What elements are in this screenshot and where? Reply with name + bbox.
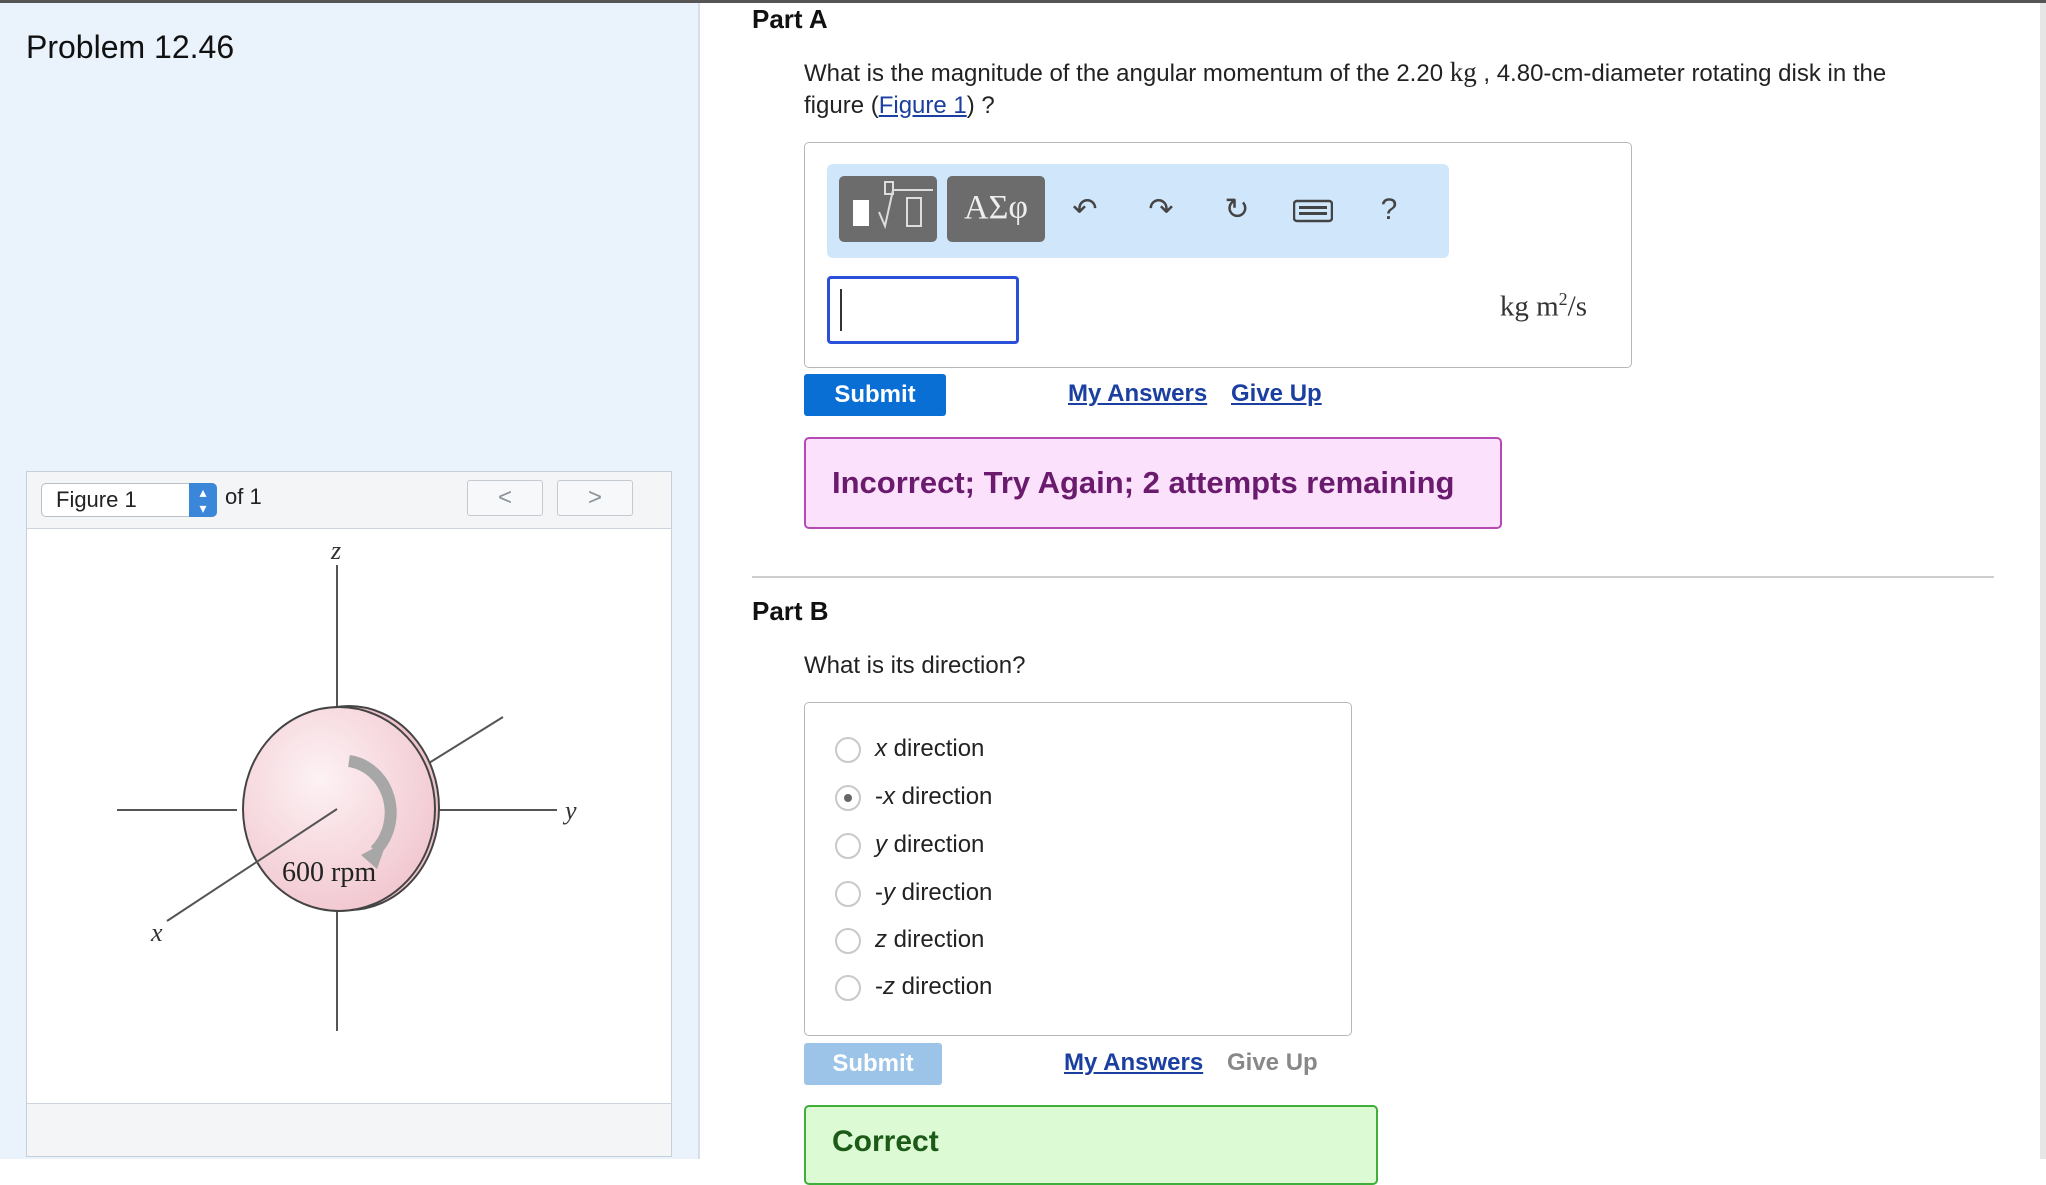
choice-label: -z direction [875,973,993,1000]
rpm-label: 600 rpm [282,857,376,888]
choice-label: -x direction [875,783,993,810]
part-b-question: What is its direction? [804,652,1026,679]
part-b-give-up-link: Give Up [1227,1049,1318,1076]
keyboard-icon[interactable] [1292,190,1334,230]
part-a-submit-button[interactable]: Submit [804,374,946,416]
choice-label: -y direction [875,879,993,906]
part-a-my-answers-link[interactable]: My Answers [1068,380,1207,408]
radio-neg-y-direction[interactable] [835,881,861,907]
templates-icon [853,181,933,230]
part-a-title: Part A [752,4,828,34]
rotating-disk-figure: z y x 600 rpm [117,536,577,1031]
figure-select[interactable]: Figure 1 ▴ ▾ [41,483,217,517]
problem-title: Problem 12.46 [26,29,235,65]
chevron-left-icon: < [497,484,512,511]
units-exponent: 2 [1558,289,1568,309]
part-a-give-up-link[interactable]: Give Up [1231,380,1322,408]
choice-label: x direction [875,735,985,762]
next-figure-button[interactable]: > [557,480,633,516]
y-axis-label: y [562,796,577,825]
chevron-right-icon: > [587,484,602,511]
units-suffix: /s [1567,290,1587,323]
radio-z-direction[interactable] [835,928,861,954]
radio-x-direction[interactable] [835,737,861,763]
direction-choices: x direction -x direction y direction -y … [804,702,1352,1036]
problem-sidebar: Problem 12.46 Figure 1 ▴ ▾ of 1 < > z y … [0,3,700,1159]
keyboard-glyph [1292,199,1334,223]
figure-image: z y x 600 rpm [27,529,671,1097]
part-divider [752,576,1994,578]
question-text: What is the magnitude of the angular mom… [804,60,1450,87]
part-b-my-answers-link[interactable]: My Answers [1064,1049,1203,1077]
figure-toolbar: Figure 1 ▴ ▾ of 1 < > [27,472,671,529]
z-axis-label: z [330,536,341,565]
question-text-cont: , 4.80-cm-diameter rotating disk in the [1476,60,1887,87]
figure-count-label: of 1 [225,484,262,509]
part-a-question: What is the magnitude of the angular mom… [804,56,2004,122]
x-axis-label: x [150,918,163,947]
undo-icon[interactable]: ↶ [1065,190,1105,230]
radio-y-direction[interactable] [835,833,861,859]
radio-neg-z-direction[interactable] [835,975,861,1001]
math-toolbar: ΑΣφ ↶ ↷ ↻ ? [827,164,1449,258]
redo-icon[interactable]: ↷ [1141,190,1181,230]
scrollbar[interactable] [2040,3,2046,1159]
greek-symbols-button[interactable]: ΑΣφ [947,176,1045,242]
prev-figure-button[interactable]: < [467,480,543,516]
units-base: kg m [1499,290,1559,323]
select-arrows-icon: ▴ ▾ [189,483,217,517]
choice-label: z direction [875,926,985,953]
figure-select-value: Figure 1 [56,487,137,512]
x-axis-back-line [428,716,504,764]
question-text-end: ) ? [966,92,995,119]
figure-footer [27,1103,671,1156]
answer-input[interactable] [827,276,1019,344]
radio-neg-x-direction[interactable] [835,785,861,811]
figure-viewer: Figure 1 ▴ ▾ of 1 < > z y x 600 rpm [26,471,672,1157]
question-text-line2: figure ( [804,92,879,119]
choice-label: y direction [875,831,985,858]
reset-icon[interactable]: ↻ [1217,190,1257,230]
answer-box: ΑΣφ ↶ ↷ ↻ ? kg m2/s [804,142,1632,368]
text-caret [840,289,842,331]
figure-1-link[interactable]: Figure 1 [879,92,967,119]
help-button[interactable]: ? [1369,190,1409,230]
answer-units: kg m2/s [1500,289,1587,324]
part-b-submit-button[interactable]: Submit [804,1043,942,1085]
part-b-feedback-correct: Correct [804,1105,1378,1185]
part-b-title: Part B [752,596,829,626]
mass-unit: kg [1449,57,1477,87]
templates-button[interactable] [839,176,937,242]
part-a-feedback-incorrect: Incorrect; Try Again; 2 attempts remaini… [804,437,1502,529]
